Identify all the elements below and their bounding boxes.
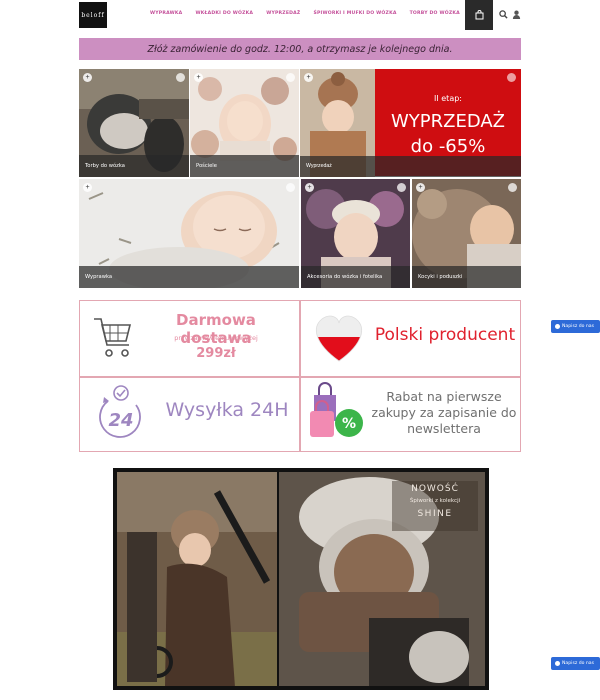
plus-icon[interactable]: +	[304, 73, 313, 82]
delivery-banner: Złóż zamówienie do godz. 12:00, a otrzym…	[79, 38, 521, 60]
delivery-amount: 299zł	[196, 346, 236, 361]
main-nav: WYPRAWKA WKŁADKI DO WÓZKA WYPRZEDAŻ ŚPIW…	[150, 11, 492, 16]
tile-caption: Torby do wózka	[79, 155, 189, 177]
tile-caption: Wyprzedaż	[306, 163, 332, 169]
nav-item-torby[interactable]: TORBY DO WÓZKA	[410, 11, 460, 16]
messenger-chat-button[interactable]: Napisz do nas	[551, 320, 600, 333]
category-tile-akcesoria[interactable]: + Akcesoria do wózka i fotelika	[301, 179, 410, 288]
messenger-label: Napisz do nas	[562, 324, 595, 329]
promo-shine-label: SHINE	[417, 509, 453, 519]
messenger-label: Napisz do nas	[562, 661, 595, 666]
messenger-chat-button[interactable]: Napisz do nas	[551, 657, 600, 670]
page: beloff WYPRAWKA WKŁADKI DO WÓZKA WYPRZED…	[0, 0, 600, 700]
heart-icon[interactable]	[286, 73, 295, 82]
heart-icon[interactable]	[286, 183, 295, 192]
sale-caption-bar: Wyprzedaż	[300, 156, 521, 177]
promo-collection-label: Śpiworki z kolekcji	[409, 498, 461, 504]
heart-icon[interactable]	[397, 183, 406, 192]
heart-icon[interactable]	[507, 73, 516, 82]
plus-icon[interactable]: +	[305, 183, 314, 192]
discount-text: Rabat na pierwsze zakupy za zapisanie do…	[371, 389, 517, 436]
plus-icon[interactable]: +	[416, 183, 425, 192]
banner-text: Złóż zamówienie do godz. 12:00, a otrzym…	[147, 43, 453, 55]
clock-24-icon: 24	[99, 385, 141, 438]
category-tile-kocyki[interactable]: + Kocyki i poduszki	[412, 179, 521, 288]
nav-item-wyprawka[interactable]: WYPRAWKA	[150, 11, 182, 16]
svg-text:%: %	[342, 416, 356, 432]
tile-caption: Pościele	[190, 155, 299, 177]
cart-icon	[475, 10, 483, 20]
shopping-bags-discount-icon: %	[310, 382, 363, 437]
heart-icon[interactable]	[508, 183, 517, 192]
promo-text-box: NOWOŚĆ Śpiworki z kolekcji SHINE	[392, 481, 478, 531]
clock-badge-text: 24	[108, 410, 133, 431]
polish-flag-heart-icon	[315, 315, 363, 362]
sale-title: WYPRZEDAŻ	[390, 111, 506, 132]
nav-item-spiworki[interactable]: ŚPIWORKI I MUFKI DO WÓZKA	[313, 11, 396, 16]
category-tile-wyprawka[interactable]: + Wyprawka	[79, 179, 299, 288]
delivery-subtitle: przy zamówieniu powyżej	[174, 334, 258, 342]
promo-new-label: NOWOŚĆ	[411, 484, 459, 494]
tile-caption: Kocyki i poduszki	[412, 266, 521, 288]
tile-caption: Wyprawka	[79, 266, 299, 288]
category-tile-posciele[interactable]: + Pościele	[190, 69, 299, 177]
search-icon[interactable]	[499, 10, 508, 19]
user-icon[interactable]	[512, 10, 521, 19]
header: beloff WYPRAWKA WKŁADKI DO WÓZKA WYPRZED…	[0, 0, 600, 30]
heart-icon[interactable]	[176, 73, 185, 82]
plus-icon[interactable]: +	[83, 73, 92, 82]
plus-icon[interactable]: +	[83, 183, 92, 192]
producer-title: Polski producent	[374, 325, 516, 345]
cart-button[interactable]	[465, 0, 493, 30]
nav-item-wyprzedaz[interactable]: WYPRZEDAŻ	[266, 11, 300, 16]
nav-item-wkladki[interactable]: WKŁADKI DO WÓZKA	[195, 11, 253, 16]
messenger-icon	[555, 324, 560, 329]
plus-icon[interactable]: +	[194, 73, 203, 82]
logo[interactable]: beloff	[79, 2, 107, 28]
features-box: Darmowa dostawa przy zamówieniu powyżej …	[79, 300, 521, 452]
cart-icon	[94, 318, 132, 357]
tile-caption: Akcesoria do wózka i fotelika	[301, 266, 410, 288]
stroller-footmuff-photo	[117, 472, 277, 686]
shipping-title: Wysyłka 24H	[165, 399, 289, 421]
category-tile-torby[interactable]: + Torby do wózka	[79, 69, 189, 177]
sale-stage: II etap:	[434, 94, 462, 103]
sale-discount: do -65%	[410, 136, 486, 157]
messenger-icon	[555, 661, 560, 666]
divider	[80, 376, 520, 378]
